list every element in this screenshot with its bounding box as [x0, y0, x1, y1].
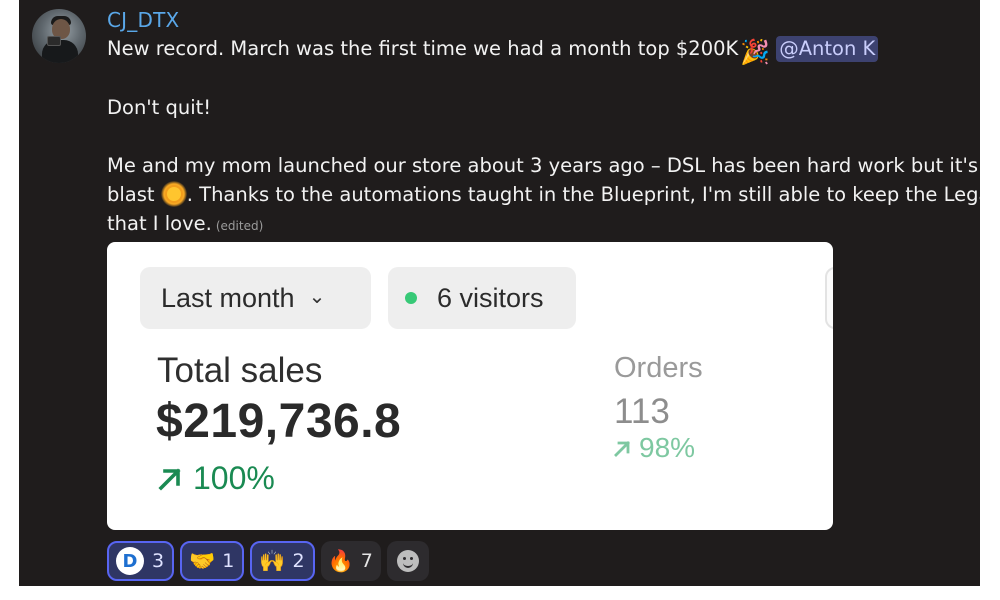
- handshake-icon: 🤝: [189, 548, 216, 573]
- reaction-raised-hands[interactable]: 🙌 2: [250, 541, 315, 581]
- orders-change-value: 98%: [639, 432, 696, 463]
- reaction-handshake[interactable]: 🤝 1: [180, 541, 245, 581]
- sales-screenshot-card[interactable]: Last month ⌄ 6 visitors Total sales $219…: [107, 242, 833, 530]
- chevron-down-icon: ⌄: [308, 285, 326, 308]
- smiley-icon: [396, 550, 419, 572]
- message-text-4a: blast: [107, 183, 155, 206]
- orders-value: 113: [614, 392, 670, 431]
- user-avatar[interactable]: [32, 9, 86, 63]
- reaction-fire[interactable]: 🔥 7: [320, 541, 381, 581]
- total-sales-change: 100%: [157, 460, 275, 497]
- visitors-label: 6 visitors: [437, 282, 544, 313]
- blueprint-logo-icon: D: [116, 547, 144, 575]
- message-line-5: that I love. (edited): [107, 210, 263, 240]
- reaction-count: 2: [292, 550, 305, 572]
- message-line-3: Me and my mom launched our store about 3…: [107, 154, 980, 177]
- message-text-5: that I love.: [107, 212, 212, 235]
- add-reaction-button[interactable]: [386, 541, 429, 581]
- message-line-1: New record. March was the first time we …: [107, 35, 879, 66]
- reaction-bar: D 3 🤝 1 🙌 2 🔥 7: [107, 541, 429, 581]
- message-line-4: blast . Thanks to the automations taught…: [107, 181, 980, 209]
- message-panel: CJ_DTX New record. March was the first t…: [19, 0, 980, 586]
- period-dropdown[interactable]: Last month ⌄: [140, 267, 371, 329]
- sun-icon: [160, 181, 187, 207]
- camera-icon: [47, 36, 61, 46]
- period-label: Last month: [161, 282, 295, 313]
- orders-change: 98%: [614, 432, 695, 464]
- username[interactable]: CJ_DTX: [107, 8, 179, 32]
- arrow-up-right-icon: [158, 467, 181, 491]
- user-mention[interactable]: @Anton K: [776, 36, 879, 62]
- fire-icon: 🔥: [327, 548, 354, 573]
- total-sales-label: Total sales: [157, 351, 323, 390]
- cropped-pill: [825, 267, 833, 329]
- arrow-up-right-icon: [614, 440, 630, 457]
- message-text-4b: . Thanks to the automations taught in th…: [186, 183, 980, 206]
- visitors-pill[interactable]: 6 visitors: [388, 267, 576, 329]
- total-sales-value: $219,736.8: [156, 395, 402, 448]
- edited-tag: (edited): [215, 219, 264, 233]
- reaction-blueprint[interactable]: D 3: [107, 541, 175, 581]
- bottom-edge: [19, 586, 980, 600]
- orders-label: Orders: [614, 352, 703, 384]
- reaction-count: 1: [222, 550, 235, 572]
- message-text-1: New record. March was the first time we …: [107, 37, 739, 60]
- raised-hands-icon: 🙌: [259, 548, 286, 573]
- message-line-2: Don't quit!: [107, 96, 212, 119]
- reaction-count: 7: [360, 550, 373, 572]
- reaction-count: 3: [152, 550, 165, 572]
- party-popper-icon: 🎉: [740, 38, 771, 66]
- live-dot-icon: [405, 292, 417, 304]
- total-sales-change-value: 100%: [193, 460, 275, 496]
